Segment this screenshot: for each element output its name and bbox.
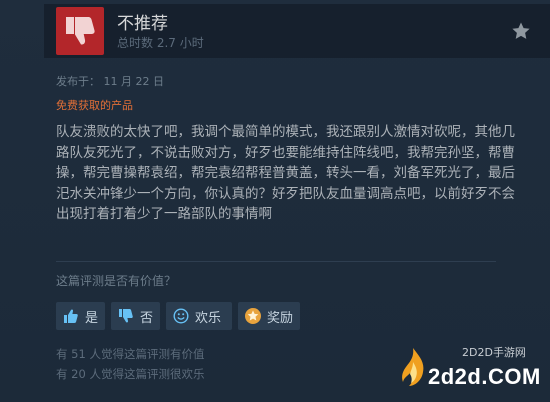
watermark-logo-icon (402, 348, 424, 386)
vote-no-label: 否 (140, 310, 154, 326)
star-icon[interactable] (511, 21, 531, 41)
review-body: 队友溃败的太快了吧，我调个最简单的模式，我还跟别人激情对砍呢，其他几路队友死光了… (56, 124, 515, 222)
thumbs-down-icon (66, 17, 95, 45)
playtime-hours: 总时数 2.7 小时 (117, 36, 204, 50)
smiley-icon (172, 307, 190, 325)
watermark-small-text: 2D2D手游网 (462, 346, 526, 359)
free-product-label: 免费获取的产品 (56, 99, 133, 112)
watermark-big-text: 2d2d.COM (428, 364, 541, 389)
posted-date: 发布于： 11 月 22 日 (56, 75, 164, 88)
award-label: 奖励 (267, 310, 294, 326)
thumbs-down-icon (117, 307, 135, 325)
not-recommended-badge (56, 7, 104, 55)
divider (56, 261, 496, 262)
helpful-question: 这篇评测是否有价值？ (56, 274, 177, 288)
helpful-count: 有 51 人觉得这篇评测有价值 (56, 347, 205, 361)
site-watermark: 2D2D手游网 2d2d.COM (390, 332, 550, 402)
vote-funny-label: 欢乐 (195, 310, 222, 326)
thumbs-up-icon (62, 307, 80, 325)
funny-count: 有 20 人觉得这篇评测很欢乐 (56, 367, 205, 381)
review-verdict: 不推荐 (117, 14, 168, 34)
award-button[interactable]: 奖励 (238, 302, 300, 330)
review-card: 不推荐 总时数 2.7 小时 发布于： 11 月 22 日 免费获取的产品 队友… (0, 0, 550, 402)
vote-yes-button[interactable]: 是 (56, 302, 105, 330)
award-icon (244, 307, 262, 325)
vote-funny-button[interactable]: 欢乐 (166, 302, 232, 330)
vote-yes-label: 是 (85, 310, 99, 326)
vote-no-button[interactable]: 否 (111, 302, 160, 330)
